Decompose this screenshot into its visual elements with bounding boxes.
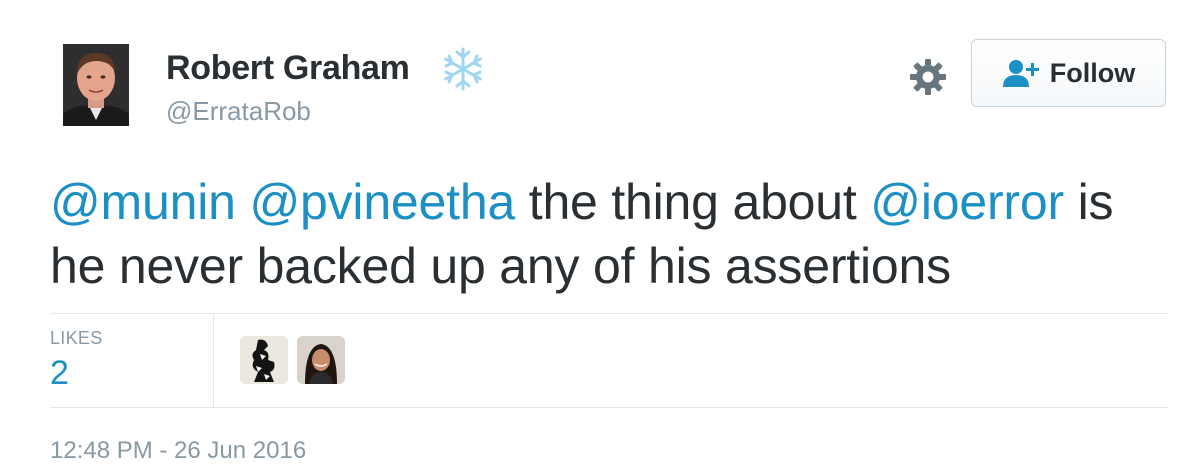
gear-icon[interactable]: [909, 58, 947, 96]
avatar[interactable]: [63, 44, 129, 126]
tweet-text-segment: the thing about: [515, 174, 871, 230]
divider: [50, 313, 1168, 314]
timestamp[interactable]: 12:48 PM - 26 Jun 2016: [50, 437, 306, 465]
mention-link[interactable]: @munin: [50, 174, 236, 230]
divider: [50, 407, 1168, 408]
tweet-text-segment: [236, 174, 250, 230]
liker-avatar[interactable]: [297, 336, 345, 384]
likes-label: LIKES: [50, 328, 103, 348]
mention-link[interactable]: @pvineetha: [249, 174, 515, 230]
follow-label: Follow: [1049, 57, 1136, 88]
likes-count[interactable]: 2: [50, 354, 69, 393]
follow-button[interactable]: Follow: [971, 39, 1166, 107]
tweet-text: @munin @pvineetha the thing about @ioerr…: [50, 170, 1160, 298]
liker-avatar[interactable]: [240, 336, 288, 384]
add-user-icon: [1002, 60, 1039, 87]
stats-divider: [213, 314, 214, 407]
user-handle[interactable]: @ErrataRob: [166, 96, 311, 127]
mention-link[interactable]: @ioerror: [870, 174, 1064, 230]
snowflake-icon: [444, 47, 482, 91]
user-name[interactable]: Robert Graham: [166, 49, 410, 88]
